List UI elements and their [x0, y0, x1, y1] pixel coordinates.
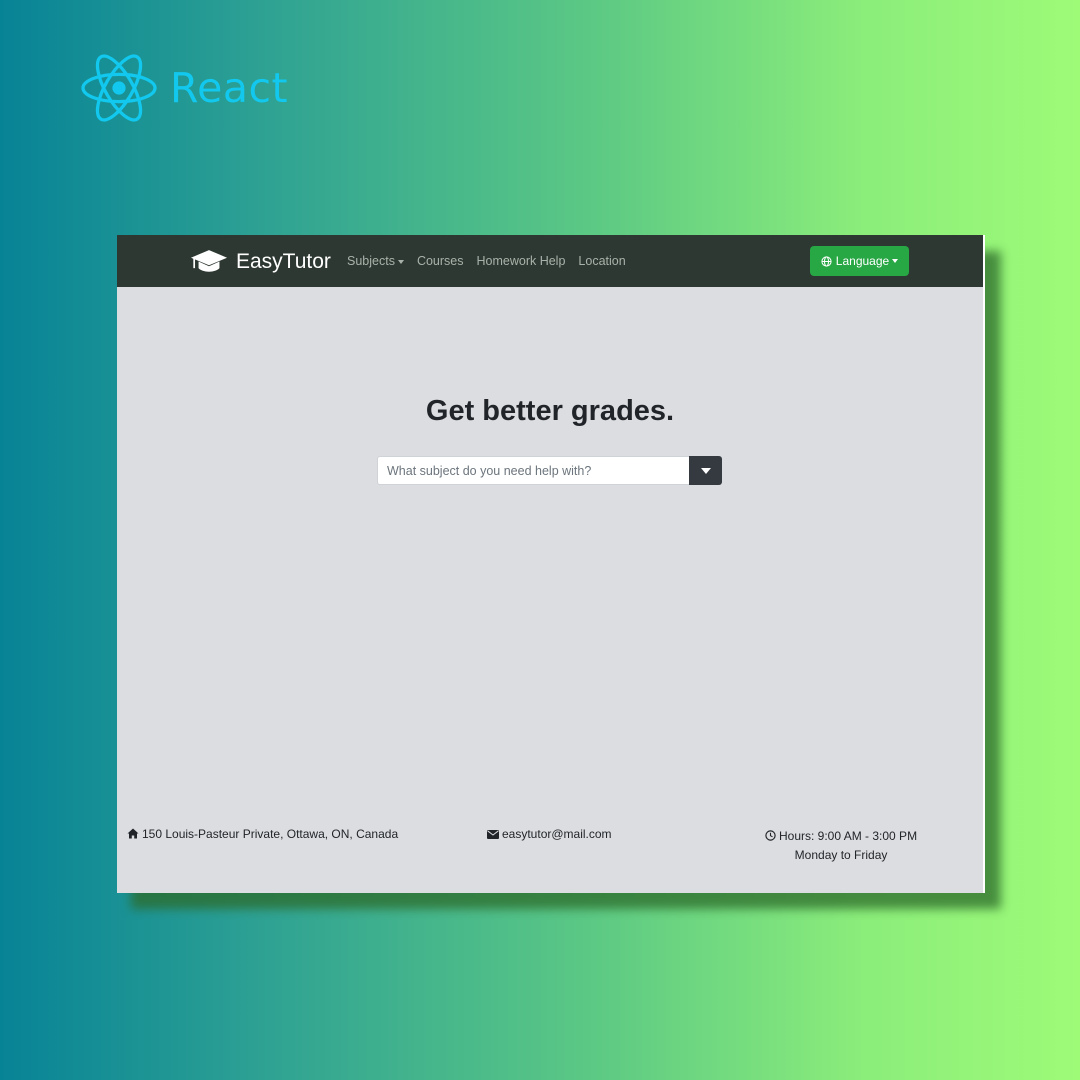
chevron-down-icon	[397, 259, 404, 264]
clock-icon	[765, 830, 776, 841]
language-label: Language	[835, 254, 890, 268]
brand-name: EasyTutor	[236, 249, 331, 273]
nav-homework-help-link[interactable]: Homework Help	[477, 254, 566, 268]
subject-search-group	[377, 456, 722, 485]
footer-email-text[interactable]: easytutor@mail.com	[502, 827, 612, 841]
react-atom-icon	[81, 54, 157, 122]
footer-hours-text: Hours: 9:00 AM - 3:00 PM	[779, 829, 918, 843]
subject-search-input[interactable]	[377, 456, 689, 485]
nav-location-link[interactable]: Location	[578, 254, 625, 268]
globe-icon	[821, 255, 832, 267]
react-brand-text: React	[170, 64, 289, 112]
hero-title: Get better grades.	[425, 395, 675, 427]
app-window: EasyTutor Subjects Courses Homework Help…	[117, 235, 985, 893]
react-brand: React	[80, 52, 288, 124]
footer-hours: Hours: 9:00 AM - 3:00 PM Monday to Frida…	[765, 827, 917, 865]
caret-down-icon	[700, 467, 711, 474]
navbar: EasyTutor Subjects Courses Homework Help…	[117, 235, 983, 287]
graduation-cap-icon	[190, 250, 228, 272]
subject-dropdown-toggle[interactable]	[689, 456, 722, 485]
nav-courses-link[interactable]: Courses	[417, 254, 464, 268]
footer-hours-line: Hours: 9:00 AM - 3:00 PM	[765, 827, 917, 846]
home-icon	[127, 828, 139, 839]
envelope-icon	[487, 830, 499, 839]
footer-address-text: 150 Louis-Pasteur Private, Ottawa, ON, C…	[142, 827, 399, 841]
nav-subjects-label: Subjects	[347, 254, 395, 268]
language-button[interactable]: Language	[810, 246, 909, 276]
nav-subjects-dropdown[interactable]: Subjects	[347, 254, 404, 268]
footer-address: 150 Louis-Pasteur Private, Ottawa, ON, C…	[127, 827, 398, 841]
chevron-down-icon	[892, 259, 899, 263]
nav-links: Subjects Courses Homework Help Location	[347, 235, 639, 287]
navbar-brand[interactable]: EasyTutor	[190, 248, 331, 275]
footer-email: easytutor@mail.com	[487, 827, 612, 841]
footer-days-text: Monday to Friday	[794, 848, 888, 862]
